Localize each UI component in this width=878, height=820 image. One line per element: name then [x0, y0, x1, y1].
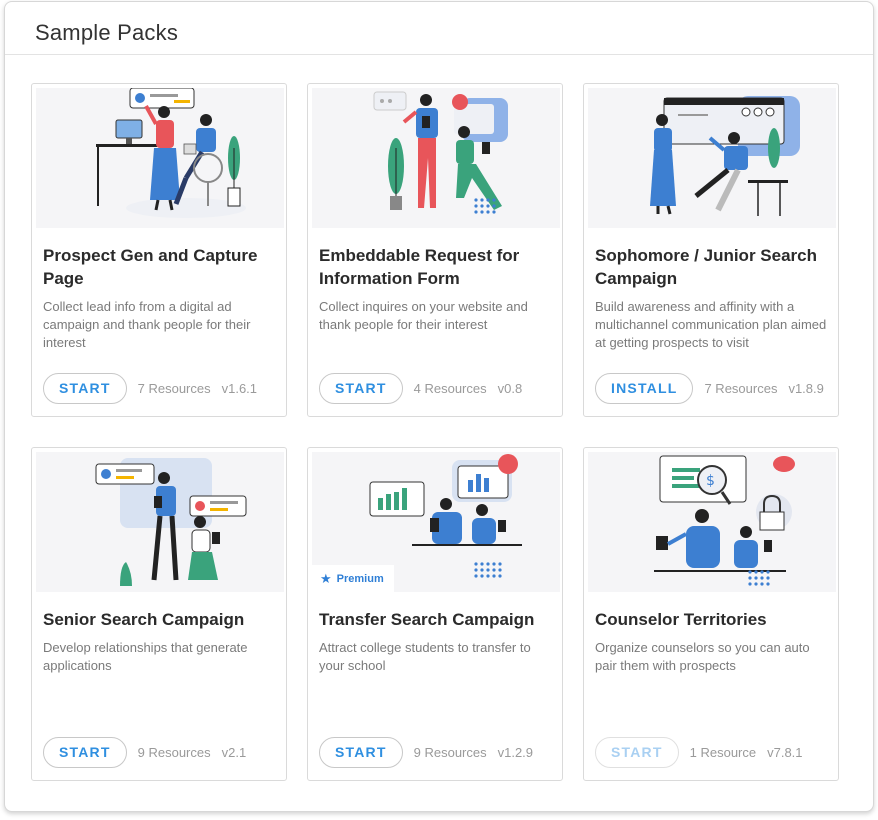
- version-label: v1.2.9: [497, 744, 534, 760]
- card-description: Collect inquires on your website and tha…: [319, 299, 528, 332]
- card-description: Attract college students to transfer to …: [319, 640, 531, 673]
- card-title: Embeddable Request for Information Form: [319, 246, 520, 288]
- version-label: v1.8.9: [788, 380, 824, 396]
- svg-text:$: $: [706, 473, 715, 489]
- start-button[interactable]: START: [319, 372, 403, 404]
- card-description: Organize counselors so you can auto pair…: [595, 640, 810, 673]
- pack-card-transfer-search[interactable]: ★ Premium Transfer Search Campaign Attra…: [307, 447, 563, 781]
- card-footer: START 9 Resources v2.1: [43, 736, 246, 768]
- star-icon: ★: [320, 570, 332, 586]
- card-description: Collect lead info from a digital ad camp…: [43, 299, 251, 350]
- version-label: v0.8: [497, 380, 523, 396]
- start-button[interactable]: START: [43, 372, 127, 404]
- start-button[interactable]: START: [595, 736, 679, 768]
- resource-count: 9 Resources: [137, 744, 211, 760]
- card-illustration: [312, 88, 560, 228]
- version-label: v2.1: [221, 744, 247, 760]
- resource-count: 7 Resources: [137, 380, 211, 396]
- start-button[interactable]: START: [319, 736, 403, 768]
- card-title: Prospect Gen and Capture Page: [43, 246, 258, 288]
- card-illustration: [588, 88, 836, 228]
- resource-count: 1 Resource: [689, 744, 757, 760]
- card-illustration: $: [588, 452, 836, 592]
- pack-card-prospect-gen[interactable]: Prospect Gen and Capture Page Collect le…: [31, 83, 287, 417]
- card-footer: START 7 Resources v1.6.1: [43, 372, 257, 404]
- pack-card-embeddable-rfi[interactable]: Embeddable Request for Information Form …: [307, 83, 563, 417]
- page-title: Sample Packs: [35, 20, 179, 45]
- pack-card-senior-search[interactable]: Senior Search Campaign Develop relations…: [31, 447, 287, 781]
- premium-label: Premium: [336, 572, 384, 585]
- card-description: Build awareness and affinity with a mult…: [595, 299, 827, 350]
- card-footer: INSTALL 7 Resources v1.8.9: [595, 372, 824, 404]
- card-footer: START 9 Resources v1.2.9: [319, 736, 533, 768]
- version-label: v1.6.1: [221, 380, 258, 396]
- install-button[interactable]: INSTALL: [595, 372, 694, 404]
- card-footer: START 4 Resources v0.8: [319, 372, 522, 404]
- version-label: v7.8.1: [767, 744, 803, 760]
- card-footer: START 1 Resource v7.8.1: [595, 736, 803, 768]
- card-title: Senior Search Campaign: [43, 610, 245, 629]
- card-title: Counselor Territories: [595, 610, 767, 629]
- card-illustration: [36, 452, 284, 592]
- card-description: Develop relationships that generate appl…: [43, 640, 248, 673]
- pack-card-sophomore-junior[interactable]: Sophomore / Junior Search Campaign Build…: [583, 83, 839, 417]
- panel-header: Sample Packs: [5, 2, 873, 55]
- card-illustration: [36, 88, 284, 228]
- resource-count: 9 Resources: [413, 744, 487, 760]
- card-title: Sophomore / Junior Search Campaign: [595, 246, 817, 288]
- resource-count: 4 Resources: [413, 380, 487, 396]
- start-button[interactable]: START: [43, 736, 127, 768]
- pack-card-counselor-territories[interactable]: $ Counselor Territories Organize counsel…: [583, 447, 839, 781]
- card-title: Transfer Search Campaign: [319, 610, 535, 629]
- premium-badge: ★ Premium: [312, 565, 394, 592]
- resource-count: 7 Resources: [704, 380, 778, 396]
